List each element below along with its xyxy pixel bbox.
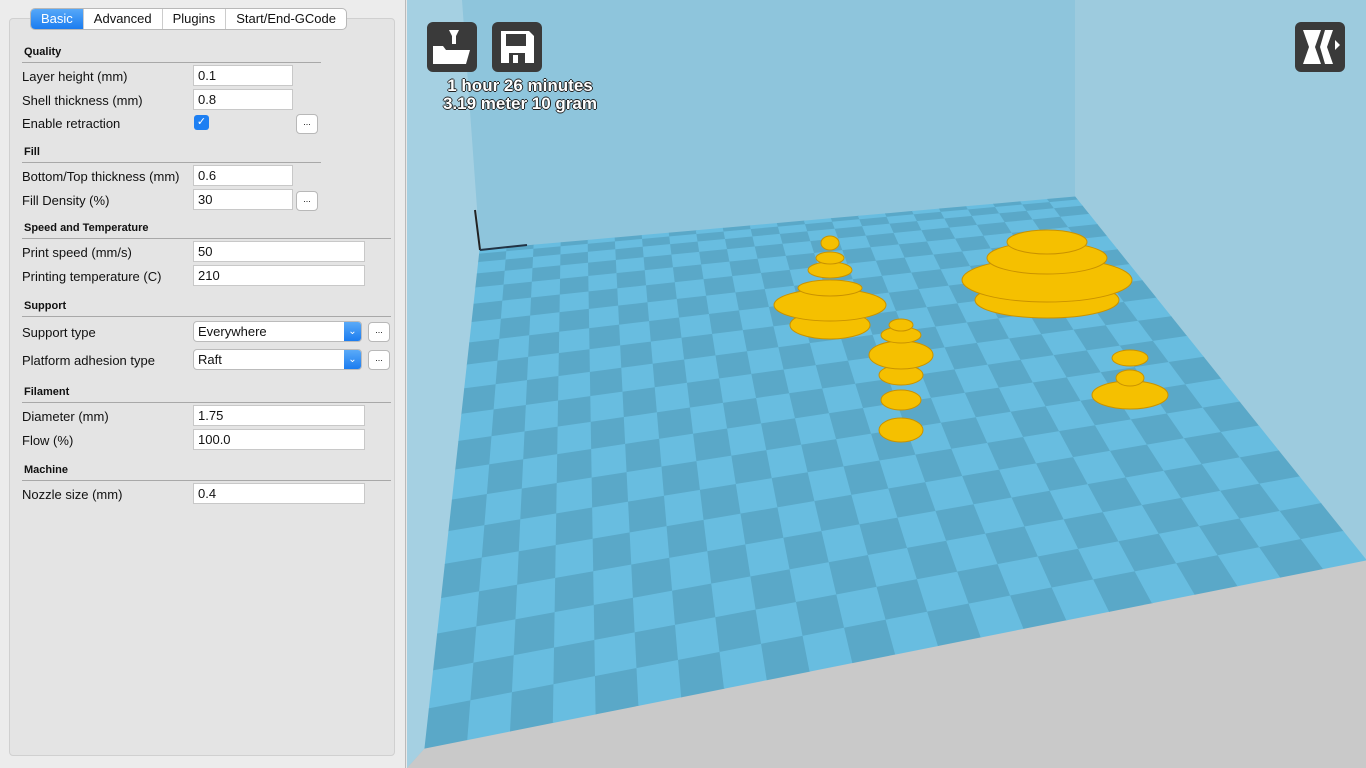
divider	[22, 162, 321, 163]
floor-tile	[552, 675, 597, 723]
shell-thickness-input[interactable]: 0.8	[193, 89, 293, 110]
nozzle-size-input[interactable]: 0.4	[193, 483, 365, 504]
chevron-down-icon: ⌄	[344, 322, 361, 341]
chevron-down-icon: ⌄	[344, 350, 361, 369]
divider	[22, 238, 391, 239]
platform-adhesion-select[interactable]: Raft ⌄	[193, 349, 362, 370]
bottom-top-thickness-label: Bottom/Top thickness (mm)	[22, 169, 180, 184]
support-type-value: Everywhere	[198, 324, 267, 339]
section-machine: Machine	[24, 464, 69, 476]
floor-tile	[636, 659, 683, 706]
tab-basic[interactable]: Basic	[31, 9, 84, 29]
support-more-button[interactable]: ...	[368, 322, 390, 342]
print-speed-input[interactable]: 50	[193, 241, 365, 262]
floor-tile	[594, 667, 640, 715]
printing-temperature-label: Printing temperature (C)	[22, 269, 162, 284]
floor-tile	[524, 400, 560, 433]
section-quality: Quality	[24, 46, 62, 58]
settings-tabs: Basic Advanced Plugins Start/End-GCode	[30, 8, 347, 30]
section-speed-temperature: Speed and Temperature	[24, 222, 149, 234]
bottom-top-thickness-input[interactable]: 0.6	[193, 165, 293, 186]
settings-panel: Basic Advanced Plugins Start/End-GCode Q…	[0, 0, 406, 768]
model-part[interactable]	[820, 235, 840, 251]
printing-temperature-input[interactable]: 210	[193, 265, 365, 286]
layer-height-label: Layer height (mm)	[22, 69, 128, 84]
fill-more-button[interactable]: ...	[296, 191, 318, 211]
tab-start-end-gcode[interactable]: Start/End-GCode	[226, 9, 346, 29]
divider	[22, 402, 391, 403]
model-part[interactable]	[815, 251, 845, 265]
section-support: Support	[24, 300, 67, 312]
support-type-label: Support type	[22, 325, 96, 340]
print-speed-label: Print speed (mm/s)	[22, 245, 132, 260]
floor-tile	[525, 375, 560, 406]
floor-tile	[510, 683, 555, 732]
flow-label: Flow (%)	[22, 433, 74, 448]
fill-density-input[interactable]: 30	[193, 189, 293, 210]
load-model-icon	[433, 30, 470, 64]
model-part[interactable]	[880, 389, 922, 411]
enable-retraction-checkbox[interactable]: ✓	[194, 115, 209, 130]
tab-plugins[interactable]: Plugins	[163, 9, 227, 29]
save-button[interactable]	[492, 22, 542, 72]
view-mode-button[interactable]	[1295, 22, 1345, 72]
diameter-label: Diameter (mm)	[22, 409, 109, 424]
build-plate-scene[interactable]	[407, 0, 1366, 768]
platform-adhesion-label: Platform adhesion type	[22, 353, 155, 368]
divider	[22, 62, 321, 63]
material-usage-text: 3.19 meter 10 gram	[442, 94, 598, 113]
view-mode-icon	[1303, 30, 1340, 64]
model-part[interactable]	[797, 279, 863, 297]
nozzle-size-label: Nozzle size (mm)	[22, 487, 123, 502]
divider	[22, 316, 391, 317]
model-part[interactable]	[1111, 349, 1149, 367]
save-icon	[501, 31, 534, 63]
model-part[interactable]	[878, 417, 924, 443]
model-part[interactable]	[1006, 229, 1088, 255]
retraction-more-button[interactable]: ...	[296, 114, 318, 134]
adhesion-more-button[interactable]: ...	[368, 350, 390, 370]
shell-thickness-label: Shell thickness (mm)	[22, 93, 143, 108]
model-part[interactable]	[868, 340, 934, 370]
floor-tile	[558, 349, 591, 378]
platform-adhesion-value: Raft	[198, 352, 222, 367]
fill-density-label: Fill Density (%)	[22, 193, 110, 208]
3d-viewport[interactable]: 1 hour 26 minutes 3.19 meter 10 gram	[407, 0, 1366, 768]
divider	[22, 480, 391, 481]
support-type-select[interactable]: Everywhere ⌄	[193, 321, 362, 342]
model-part[interactable]	[1115, 369, 1145, 387]
floor-tile	[557, 395, 592, 428]
floor-tile	[558, 371, 592, 402]
section-fill: Fill	[24, 146, 40, 158]
floor-tile	[527, 352, 560, 382]
model-part[interactable]	[888, 318, 914, 332]
load-model-button[interactable]	[427, 22, 477, 72]
tab-advanced[interactable]: Advanced	[84, 9, 163, 29]
enable-retraction-label: Enable retraction	[22, 116, 121, 131]
section-filament: Filament	[24, 386, 70, 398]
print-time-text: 1 hour 26 minutes	[447, 76, 593, 95]
layer-height-input[interactable]: 0.1	[193, 65, 293, 86]
diameter-input[interactable]: 1.75	[193, 405, 365, 426]
flow-input[interactable]: 100.0	[193, 429, 365, 450]
